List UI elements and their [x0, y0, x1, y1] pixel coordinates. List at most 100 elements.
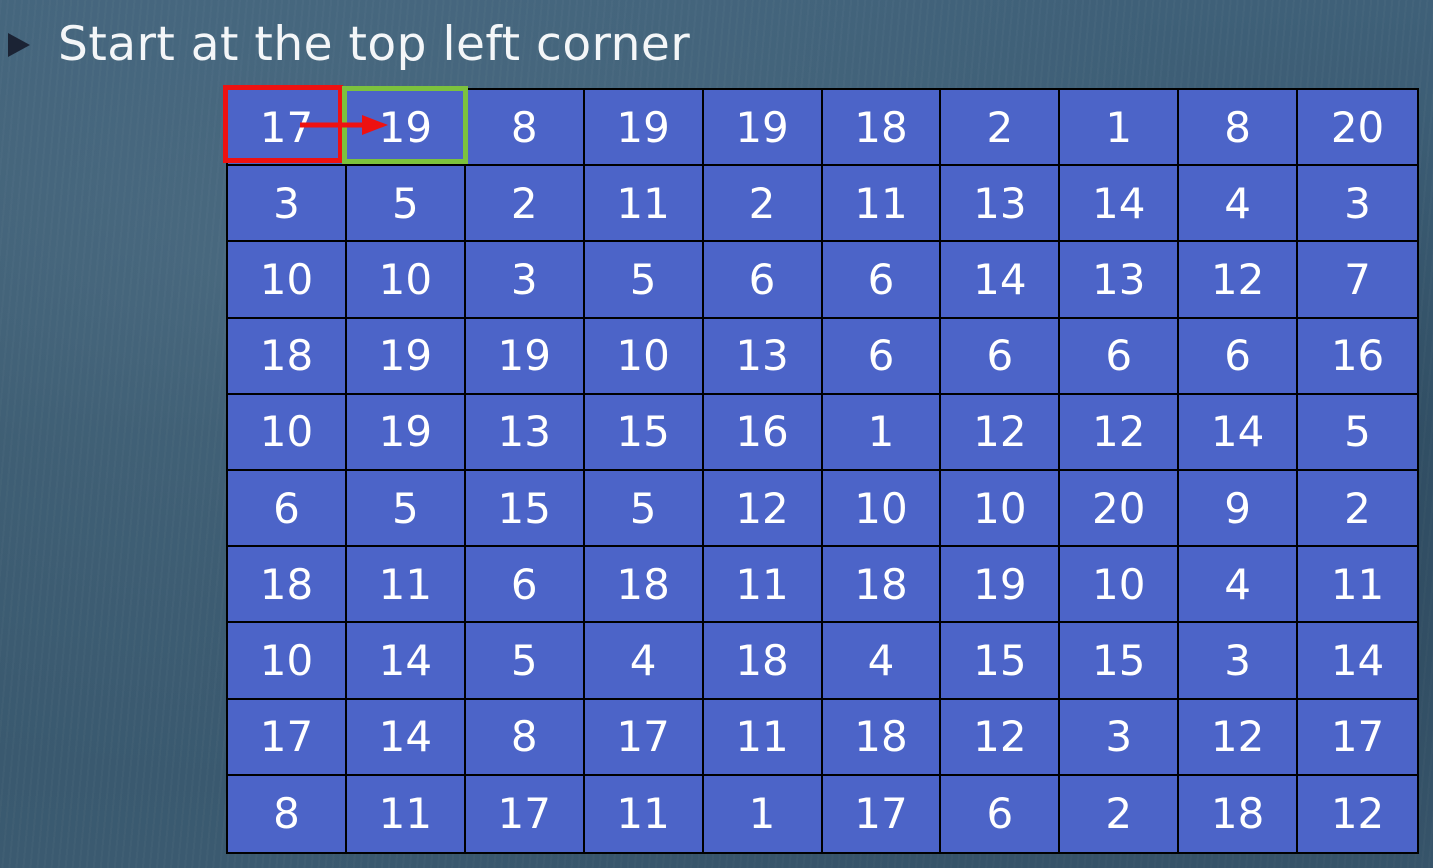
- grid-cell: 18: [228, 318, 347, 395]
- grid-cell: 11: [346, 547, 466, 624]
- grid-cell: 11: [584, 166, 704, 243]
- grid-cell: 5: [584, 242, 704, 319]
- grid-cell: 6: [941, 775, 1061, 852]
- grid-cell: 12: [941, 699, 1061, 776]
- grid-cell: 2: [703, 166, 823, 243]
- grid-cell: 15: [1060, 623, 1180, 700]
- grid-cell: 8: [228, 775, 347, 852]
- grid-cell: 5: [465, 623, 585, 700]
- grid-cell: 11: [703, 547, 823, 624]
- grid-cell: 6: [228, 470, 347, 548]
- grid-cell: 14: [1298, 623, 1417, 700]
- grid-cell: 12: [1179, 699, 1299, 776]
- grid-cell: 14: [346, 623, 466, 700]
- grid-cell: 2: [465, 166, 585, 243]
- triangle-bullet-icon: [8, 33, 30, 57]
- grid-cell: 13: [941, 166, 1061, 243]
- grid-cell: 13: [465, 394, 585, 471]
- grid-cell: 10: [584, 318, 704, 395]
- grid-cell: 3: [1179, 623, 1299, 700]
- grid-cell: 12: [1060, 394, 1180, 471]
- grid-cell: 11: [703, 699, 823, 776]
- grid-cell: 19: [346, 90, 466, 167]
- grid-cell: 19: [346, 394, 466, 471]
- grid-cell: 3: [1060, 699, 1180, 776]
- grid-cell: 14: [1179, 394, 1299, 471]
- grid-cell: 18: [703, 623, 823, 700]
- grid-cell: 3: [465, 242, 585, 319]
- grid-cell: 5: [584, 470, 704, 548]
- grid-cell: 19: [941, 547, 1061, 624]
- grid-cell: 18: [228, 547, 347, 624]
- grid-cell: 5: [346, 166, 466, 243]
- grid-cell: 12: [703, 470, 823, 548]
- grid-cell: 6: [941, 318, 1061, 395]
- grid-cell: 1: [703, 775, 823, 852]
- grid-cell: 8: [465, 90, 585, 167]
- grid-cell: 4: [822, 623, 942, 700]
- grid-cell: 10: [1060, 547, 1180, 624]
- grid-cell: 17: [465, 775, 585, 852]
- grid-cell: 18: [822, 547, 942, 624]
- grid-cell: 10: [228, 394, 347, 471]
- grid-cell: 3: [1298, 166, 1417, 243]
- grid-cell: 11: [584, 775, 704, 852]
- grid-cell: 10: [346, 242, 466, 319]
- grid-cell: 10: [228, 242, 347, 319]
- grid-cell: 8: [465, 699, 585, 776]
- grid-cell: 9: [1179, 470, 1299, 548]
- number-grid: 17 19 8 19 19 18 2 1 8 20 3 5 2 11 2 11 13 14 4 3 10 10 3 5 6 6 14…: [226, 88, 1419, 854]
- grid-cell: 19: [465, 318, 585, 395]
- grid-cell: 11: [346, 775, 466, 852]
- grid-cell: 19: [346, 318, 466, 395]
- grid-cell: 14: [1060, 166, 1180, 243]
- grid-cell: 10: [941, 470, 1061, 548]
- grid-cell: 15: [465, 470, 585, 548]
- grid-cell: 19: [584, 90, 704, 167]
- grid-cell: 3: [228, 166, 347, 243]
- grid-cell: 17: [822, 775, 942, 852]
- grid-cell: 4: [1179, 547, 1299, 624]
- grid-cell: 18: [1179, 775, 1299, 852]
- grid-cell: 4: [1179, 166, 1299, 243]
- grid-cell: 5: [346, 470, 466, 548]
- grid-cell: 6: [465, 547, 585, 624]
- grid-cell: 17: [584, 699, 704, 776]
- bullet-line: Start at the top left corner: [8, 14, 690, 74]
- grid-cell: 11: [822, 166, 942, 243]
- grid-cell: 17: [1298, 699, 1417, 776]
- grid-cell: 1: [822, 394, 942, 471]
- grid-cell: 8: [1179, 90, 1299, 167]
- grid-cell: 6: [1060, 318, 1180, 395]
- grid-cell: 2: [941, 90, 1061, 167]
- grid-cell: 19: [703, 90, 823, 167]
- grid-cell: 2: [1060, 775, 1180, 852]
- grid-cell: 6: [822, 242, 942, 319]
- grid-cell: 17: [228, 699, 347, 776]
- grid-cell: 14: [941, 242, 1061, 319]
- grid-cell: 4: [584, 623, 704, 700]
- grid-cell: 20: [1060, 470, 1180, 548]
- grid-cell: 6: [822, 318, 942, 395]
- grid-cell: 7: [1298, 242, 1417, 319]
- grid-cell: 18: [584, 547, 704, 624]
- grid-cell: 6: [1179, 318, 1299, 395]
- grid-cell: 11: [1298, 547, 1417, 624]
- grid-cell: 16: [1298, 318, 1417, 395]
- grid-cell: 18: [822, 699, 942, 776]
- grid-cell: 13: [703, 318, 823, 395]
- grid-cell: 5: [1298, 394, 1417, 471]
- grid-cell: 2: [1298, 470, 1417, 548]
- grid-cell: 17: [228, 90, 347, 167]
- grid-cell: 14: [346, 699, 466, 776]
- grid-cell: 13: [1060, 242, 1180, 319]
- grid-cell: 18: [822, 90, 942, 167]
- grid-cell: 10: [822, 470, 942, 548]
- grid-cell: 15: [584, 394, 704, 471]
- grid-cell: 12: [941, 394, 1061, 471]
- grid-cell: 12: [1298, 775, 1417, 852]
- grid-cell: 10: [228, 623, 347, 700]
- grid-cell: 12: [1179, 242, 1299, 319]
- grid-cell: 16: [703, 394, 823, 471]
- slide-bullet-text: Start at the top left corner: [58, 16, 691, 72]
